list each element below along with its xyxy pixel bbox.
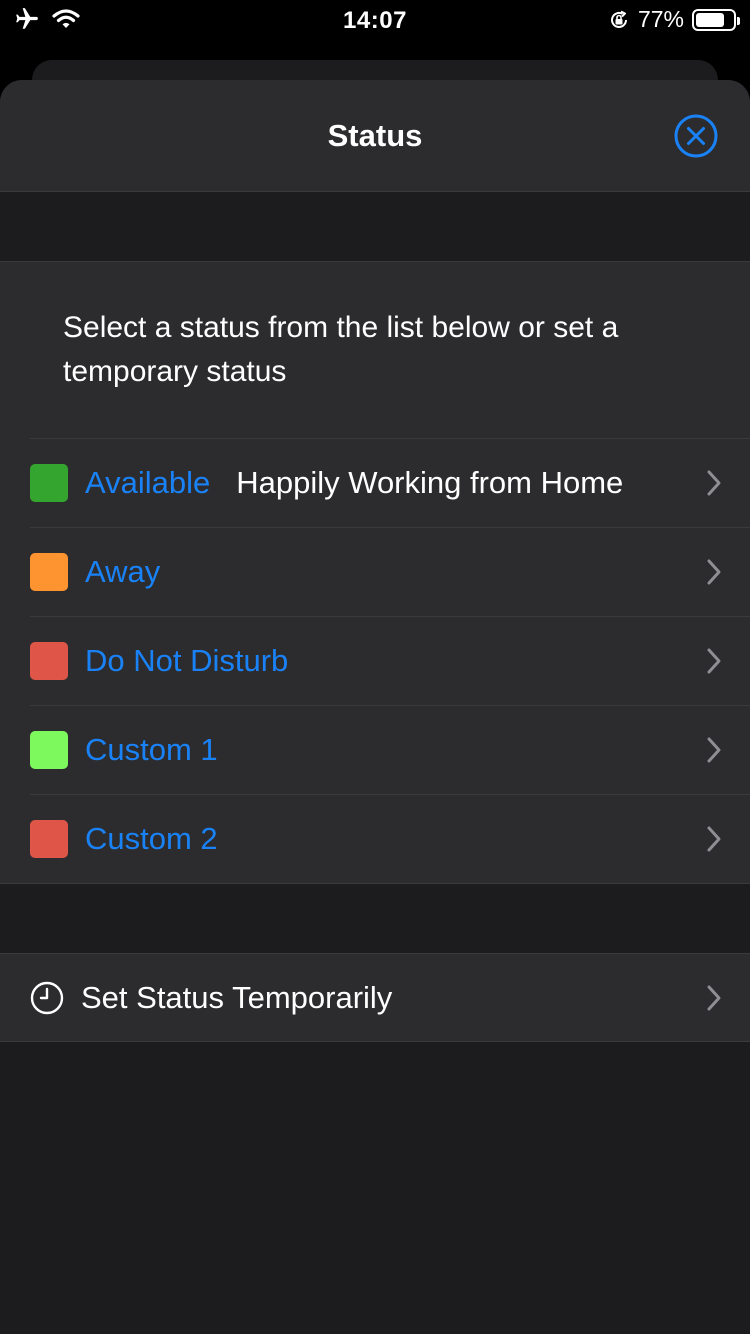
section-spacer [0, 192, 750, 262]
chevron-right-icon [707, 470, 721, 496]
status-row[interactable]: Custom 2 [30, 794, 750, 883]
close-icon[interactable] [674, 114, 718, 158]
set-status-temporarily-row[interactable]: Set Status Temporarily [0, 954, 750, 1042]
status-sheet: Status Select a status from the list bel… [0, 80, 750, 1334]
status-name: Custom 1 [85, 732, 218, 767]
section-spacer [0, 884, 750, 954]
set-status-temporarily-label: Set Status Temporarily [81, 979, 393, 1015]
status-row[interactable]: Away [30, 527, 750, 616]
status-color-swatch [30, 820, 68, 858]
chevron-right-icon [707, 826, 721, 852]
description-text: Select a status from the list below or s… [63, 311, 619, 388]
status-name: Custom 2 [85, 821, 218, 856]
chevron-right-icon [707, 559, 721, 585]
chevron-right-icon [707, 737, 721, 763]
status-color-swatch [30, 642, 68, 680]
status-section: Select a status from the list below or s… [0, 262, 750, 884]
battery-nub [737, 16, 740, 25]
status-name: Do Not Disturb [85, 643, 289, 678]
status-row[interactable]: Do Not Disturb [30, 616, 750, 705]
status-message: Happily Working from Home [236, 465, 624, 500]
status-color-swatch [30, 464, 68, 502]
orientation-lock-icon [610, 10, 627, 28]
clock-icon [30, 981, 64, 1014]
status-list: Available Happily Working from Home Away Do… [0, 438, 750, 883]
status-color-swatch [30, 553, 68, 591]
battery-icon [692, 8, 740, 31]
chevron-right-icon [707, 648, 721, 674]
status-name: Away [85, 554, 161, 589]
nav-bar: Status [0, 80, 750, 192]
chevron-right-icon [707, 985, 721, 1011]
page-title: Status [327, 118, 423, 153]
status-name: Available [85, 465, 211, 500]
status-bar: 14:07 77% [0, 0, 750, 40]
status-row[interactable]: Custom 1 [30, 705, 750, 794]
battery-percent: 77% [637, 6, 684, 32]
status-row[interactable]: Available Happily Working from Home [30, 438, 750, 527]
status-color-swatch [30, 731, 68, 769]
battery-fill [696, 12, 724, 27]
status-bar-right: 77% [608, 6, 740, 33]
